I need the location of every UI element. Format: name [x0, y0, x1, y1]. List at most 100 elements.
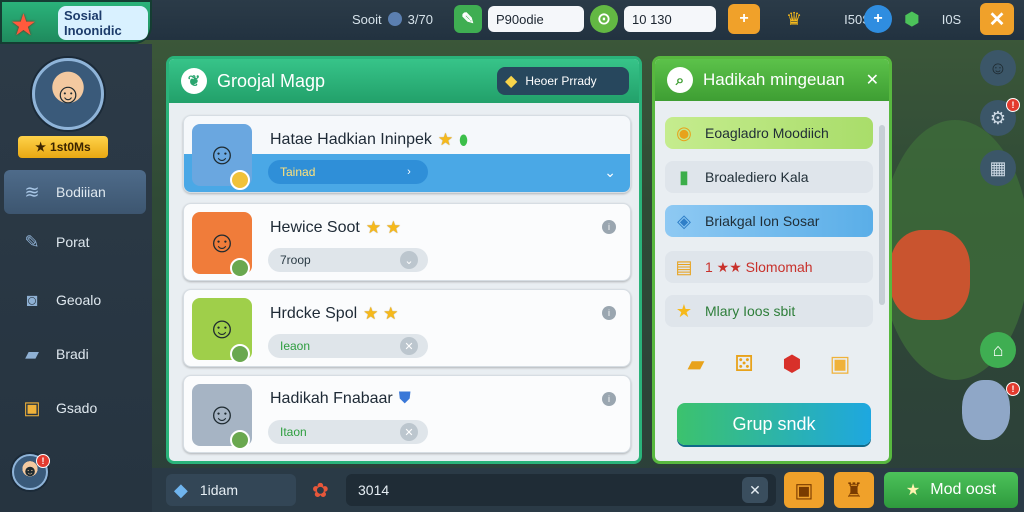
close-icon[interactable]: ✕	[866, 70, 879, 90]
chat-input-field[interactable]: 3014 ✕	[346, 474, 776, 506]
card-status-pill: Ieaon ✕	[268, 334, 428, 358]
sidebar-item-bodiiian[interactable]: ≋ Bodiiian	[4, 170, 146, 214]
notification-badge: !	[1006, 382, 1020, 396]
card-sub: Itaon	[280, 425, 307, 439]
card-name: Hadikah Fnabaar	[270, 390, 393, 407]
player-avatar[interactable]: ☺	[32, 58, 104, 130]
close-button[interactable]: ✕	[980, 3, 1014, 35]
diamond-icon: ◆	[174, 479, 188, 500]
friend-card[interactable]: ☺ Hatae Hadkian Ininpek ★ ⬮ Tainad › ⌄	[183, 115, 631, 193]
red-gem-icon[interactable]: ⬢	[773, 347, 811, 381]
reward-label: Broalediero Kala	[705, 169, 809, 185]
close-icon: ✕	[400, 337, 418, 355]
star-icon: ★	[905, 482, 921, 499]
card-stars: ★ ★	[365, 218, 402, 237]
rewards-panel: ⌕ Hadikah mingeuan ✕ ◉ Eoagladro Moodiic…	[652, 56, 892, 464]
trophy-button[interactable]: ♜	[834, 472, 874, 508]
reward-label: Eoagladro Moodiich	[705, 125, 829, 141]
portrait-badge	[230, 170, 250, 190]
stat3-counter: ♛ I50S	[786, 5, 871, 33]
sidebar-item-gsado[interactable]: ▣ Gsado	[4, 386, 146, 430]
reward-item[interactable]: ◈ Briakgal Ion Sosar	[665, 205, 873, 237]
card-sub: Ieaon	[280, 339, 311, 353]
pencil-icon: ✎	[24, 231, 40, 252]
card-status-pill: Itaon ✕	[268, 420, 428, 444]
add-circle-button[interactable]: +	[864, 5, 892, 33]
dice-icon[interactable]: ⚄	[725, 347, 763, 381]
bottom-bar: ◆ 1idam ✿ 3014 ✕ ▣ ♜ ★ Mod oost	[152, 468, 1024, 512]
scroll-icon: ▤	[675, 256, 693, 277]
flower-icon: ✿	[312, 480, 329, 502]
reward-item[interactable]: ◉ Eoagladro Moodiich	[665, 117, 873, 149]
background-creature	[962, 380, 1010, 440]
card-title-row: Hadikah Fnabaar ⛊	[270, 390, 411, 408]
notification-badge: !	[1006, 98, 1020, 112]
cube-icon: ◈	[677, 210, 691, 231]
chevron-down-icon[interactable]: ⌄	[604, 164, 616, 181]
coin-counter: ⊙ 10 130	[590, 5, 716, 33]
search-icon: ⌕	[667, 67, 693, 93]
card-name: Hrdcke Spol	[270, 305, 358, 322]
coin-icon: ◉	[676, 122, 692, 143]
sidebar-item-porat[interactable]: ✎ Porat	[4, 220, 146, 264]
card-stars: ★	[437, 130, 454, 149]
sidebar-item-geoalo[interactable]: ◙ Geoalo	[4, 278, 146, 322]
sidebar-item-bradi[interactable]: ▰ Bradi	[4, 332, 146, 376]
group-send-button[interactable]: Grup sndk	[677, 403, 871, 445]
stat1-value: 3/70	[407, 11, 433, 27]
header-action-button[interactable]: ◆ Heoer Prrady	[497, 67, 629, 95]
reward-item[interactable]: ▤ 1 ★★ Slomomah	[665, 251, 873, 283]
profile-rail-button[interactable]: ☺	[980, 50, 1016, 86]
reward-item[interactable]: ▮ Broalediero Kala	[665, 161, 873, 193]
card-title-row: Hrdcke Spol ★ ★	[270, 304, 398, 324]
friend-card[interactable]: ☺ Hewice Soot ★ ★ 7roop ⌄ i	[183, 203, 631, 281]
scrollbar[interactable]	[879, 125, 885, 305]
info-icon[interactable]: i	[602, 392, 616, 406]
friend-card[interactable]: ☺ Hadikah Fnabaar ⛊ Itaon ✕ i	[183, 375, 631, 453]
gem-icon: ⬢	[904, 8, 920, 29]
gem-icon: ⬮	[459, 131, 468, 148]
card-title-row: Hewice Soot ★ ★	[270, 218, 401, 238]
tools-icon[interactable]: ✕	[742, 477, 768, 503]
chevron-icon: ⌄	[400, 251, 418, 269]
arrow-icon: ›	[407, 166, 411, 178]
right-panel-header: ⌕ Hadikah mingeuan ✕	[655, 59, 889, 101]
grid-rail-button[interactable]: ▦	[980, 150, 1016, 186]
level-label: 1st0Ms	[50, 140, 91, 154]
card-name: Hatae Hadkian Ininpek	[270, 131, 432, 148]
sidebar: ☺ ★ 1st0Ms ≋ Bodiiian ✎ Porat ◙ Geoalo ▰…	[0, 44, 152, 512]
stat-sooit: Sooit 3/70	[352, 5, 433, 33]
flag-icon: ▰	[25, 343, 39, 364]
close-icon: ✕	[400, 423, 418, 441]
shield-icon: ⛊	[398, 390, 411, 407]
friend-card[interactable]: ☺ Hrdcke Spol ★ ★ Ieaon ✕ i	[183, 289, 631, 367]
gold-chest-icon[interactable]: ▰	[677, 347, 715, 381]
card-sub: 7roop	[280, 253, 311, 267]
cash-value: P90odie	[488, 6, 584, 32]
home-rail-button[interactable]: ⌂	[980, 332, 1016, 368]
chest-button[interactable]: ▣	[784, 472, 824, 508]
mode-boost-button[interactable]: ★ Mod oost	[884, 472, 1018, 508]
sidebar-item-label: Geoalo	[56, 292, 102, 308]
game-logo[interactable]: ★ Sosial Inoonidic	[0, 0, 152, 44]
level-badge: ★ 1st0Ms	[18, 136, 108, 158]
sidebar-item-label: Bradi	[56, 346, 89, 362]
gift-box-icon[interactable]: ▣	[821, 347, 859, 381]
portrait-badge	[230, 344, 250, 364]
social-map-panel: ❦ Groojal Magp ◆ Heoer Prrady ☺ Hatae Ha…	[166, 56, 642, 464]
coin-value: 10 130	[624, 6, 716, 32]
sidebar-item-label: Gsado	[56, 400, 98, 416]
cash-counter: ✎ P90odie	[454, 5, 584, 33]
reward-label: Briakgal Ion Sosar	[705, 213, 820, 229]
card-title-row: Hatae Hadkian Ininpek ★ ⬮	[270, 130, 468, 150]
coin-icon: ⊙	[590, 5, 618, 33]
sidebar-item-label: Porat	[56, 234, 90, 250]
chat-value: 3014	[358, 482, 390, 498]
info-icon[interactable]: i	[602, 306, 616, 320]
add-plus-button[interactable]: +	[728, 4, 760, 34]
reward-item[interactable]: ★ Mlary Ioos sbit	[665, 295, 873, 327]
info-icon[interactable]: i	[602, 220, 616, 234]
bottom-left-tab[interactable]: ◆ 1idam	[166, 474, 296, 506]
cash-icon: ✎	[454, 5, 482, 33]
star-logo-icon: ★	[10, 9, 37, 42]
